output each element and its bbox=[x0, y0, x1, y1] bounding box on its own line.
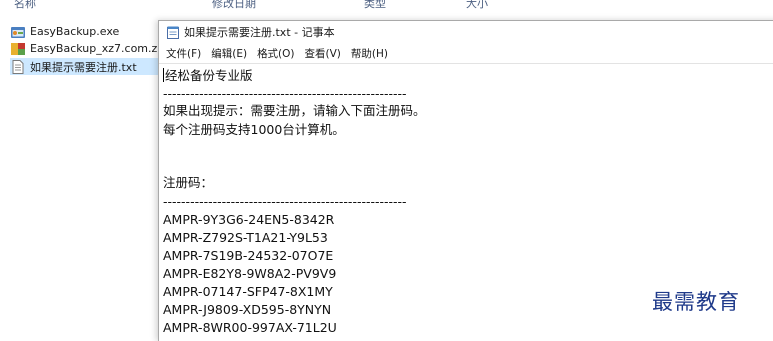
registration-code-line: AMPR-J9809-XD595-8YNYN bbox=[163, 302, 332, 317]
text-line: 如果出现提示：需要注册，请输入下面注册码。 bbox=[163, 103, 426, 118]
exe-icon bbox=[11, 26, 25, 38]
text-caret bbox=[163, 68, 164, 82]
menu-help[interactable]: 帮助(H) bbox=[351, 46, 388, 61]
text-file-icon bbox=[12, 59, 24, 74]
menu-file[interactable]: 文件(F) bbox=[166, 46, 201, 61]
explorer-column-header: 名称 修改日期 类型 大小 bbox=[0, 0, 773, 12]
text-line: 注册码： bbox=[163, 175, 214, 190]
text-line: ----------------------------------------… bbox=[163, 194, 407, 209]
column-size-header[interactable]: 大小 bbox=[466, 0, 488, 11]
registration-code-line: AMPR-Z792S-T1A21-Y9L53 bbox=[163, 230, 328, 245]
text-line: 经松备份专业版 bbox=[163, 68, 253, 83]
file-name: EasyBackup_xz7.com.zip bbox=[30, 42, 168, 55]
registration-code-line: AMPR-7S19B-24532-07O7E bbox=[163, 248, 334, 263]
text-line: ----------------------------------------… bbox=[163, 86, 407, 101]
menu-bar: 文件(F) 编辑(E) 格式(O) 查看(V) 帮助(H) bbox=[159, 43, 773, 63]
column-name-header[interactable]: 名称 bbox=[14, 0, 36, 11]
menu-view[interactable]: 查看(V) bbox=[305, 46, 341, 61]
text-line: 每个注册码支持1000台计算机。 bbox=[163, 122, 345, 137]
watermark-logo: 最需教育 bbox=[652, 290, 740, 314]
menu-edit[interactable]: 编辑(E) bbox=[211, 46, 247, 61]
registration-code-line: AMPR-8WR00-997AX-71L2U bbox=[163, 320, 337, 335]
file-name: EasyBackup.exe bbox=[30, 25, 120, 38]
file-row-txt[interactable]: 如果提示需要注册.txt bbox=[10, 58, 158, 75]
window-title: 如果提示需要注册.txt - 记事本 bbox=[184, 26, 335, 39]
zip-archive-icon bbox=[11, 42, 25, 55]
file-row-exe[interactable]: EasyBackup.exe bbox=[10, 23, 119, 40]
file-row-zip[interactable]: EasyBackup_xz7.com.zip bbox=[10, 40, 167, 57]
registration-code-line: AMPR-E82Y8-9W8A2-PV9V9 bbox=[163, 266, 337, 281]
registration-code-line: AMPR-9Y3G6-24EN5-8342R bbox=[163, 212, 335, 227]
notepad-titlebar[interactable]: 如果提示需要注册.txt - 记事本 bbox=[159, 21, 773, 43]
column-date-header[interactable]: 修改日期 bbox=[212, 0, 256, 11]
file-name: 如果提示需要注册.txt bbox=[30, 60, 137, 74]
notepad-icon bbox=[167, 26, 179, 39]
menu-format[interactable]: 格式(O) bbox=[257, 46, 294, 61]
registration-code-line: AMPR-07147-SFP47-8X1MY bbox=[163, 284, 333, 299]
column-type-header[interactable]: 类型 bbox=[364, 0, 386, 11]
